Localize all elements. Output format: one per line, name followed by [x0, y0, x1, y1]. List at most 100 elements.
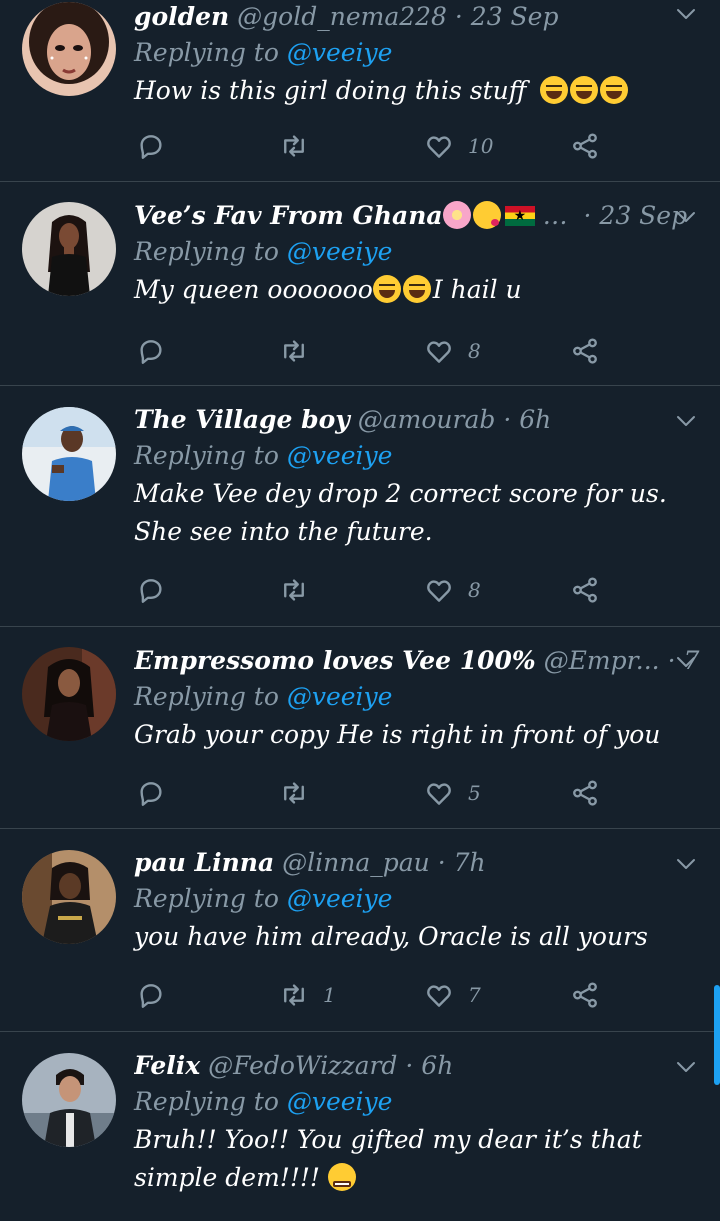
retweet-button[interactable]: 1 — [279, 978, 336, 1012]
chevron-down-icon[interactable] — [674, 852, 698, 876]
timestamp[interactable]: · 23 Sep — [455, 2, 559, 31]
user-handle[interactable]: @FedoWizzard — [208, 1051, 397, 1080]
tweet[interactable]: Empressomo loves Vee 100% @Empr... · 7h … — [0, 627, 720, 829]
user-handle[interactable]: @Empr... — [544, 646, 660, 675]
tweet[interactable]: golden @gold_nema228 · 23 Sep Replying t… — [0, 0, 720, 182]
like-count: 8 — [468, 578, 481, 602]
replying-to-label: Replying to — [134, 38, 279, 67]
reply-button[interactable] — [136, 573, 166, 607]
like-icon — [424, 131, 454, 161]
tweet-header: Vee’s Fav From Ghana … · 23 Sep — [134, 199, 700, 233]
display-name[interactable]: golden — [134, 2, 229, 31]
display-name[interactable]: Vee’s Fav From Ghana — [134, 201, 443, 230]
tears-of-joy-emoji — [540, 76, 569, 104]
avatar[interactable] — [22, 202, 116, 296]
tweet-header: Felix @FedoWizzard · 6h — [134, 1049, 700, 1083]
tweet[interactable]: pau Linna @linna_pau · 7h Replying to @v… — [0, 829, 720, 1032]
share-button[interactable] — [570, 334, 600, 368]
share-icon — [570, 131, 600, 161]
tweet[interactable]: Vee’s Fav From Ghana … · 23 Sep Replying… — [0, 182, 720, 386]
replying-to-handle[interactable]: @veeiye — [287, 682, 393, 711]
share-button[interactable] — [570, 573, 600, 607]
tears-of-joy-emoji — [570, 76, 599, 104]
tweet-text-line: Make Vee dey drop 2 correct score for us… — [134, 479, 667, 508]
user-handle[interactable]: @gold_nema228 — [237, 2, 447, 31]
share-button[interactable] — [570, 776, 600, 810]
display-name[interactable]: Felix — [134, 1051, 200, 1080]
retweet-button[interactable] — [279, 334, 323, 368]
avatar[interactable] — [22, 647, 116, 741]
retweet-count: 1 — [323, 983, 336, 1007]
timestamp[interactable]: · 23 Sep — [584, 201, 688, 230]
avatar[interactable] — [22, 407, 116, 501]
replying-to-handle[interactable]: @veeiye — [287, 884, 393, 913]
user-handle[interactable]: … — [543, 201, 568, 230]
replying-to-handle[interactable]: @veeiye — [287, 38, 393, 67]
replying-to-label: Replying to — [134, 884, 279, 913]
display-name[interactable]: pau Linna — [134, 848, 274, 877]
replying-to-handle[interactable]: @veeiye — [287, 237, 393, 266]
share-icon — [570, 575, 600, 605]
replying-to-label: Replying to — [134, 441, 279, 470]
reply-button[interactable] — [136, 776, 166, 810]
tears-of-joy-emoji — [600, 76, 629, 104]
replying-to-handle[interactable]: @veeiye — [287, 441, 393, 470]
like-count: 10 — [468, 134, 494, 158]
like-button[interactable]: 8 — [424, 334, 481, 368]
timestamp[interactable]: · 7h — [438, 848, 486, 877]
tweet[interactable]: The Village boy @amourab · 6h Replying t… — [0, 386, 720, 627]
kiss-emoji — [472, 201, 501, 229]
avatar[interactable] — [22, 1053, 116, 1147]
reply-icon — [136, 131, 166, 161]
tweet-actions: 8 — [134, 334, 614, 368]
replying-to: Replying to @veeiye — [134, 678, 700, 716]
chevron-down-icon[interactable] — [674, 205, 698, 229]
avatar[interactable] — [22, 850, 116, 944]
tweet-actions: 8 — [134, 573, 614, 607]
display-name[interactable]: The Village boy — [134, 405, 350, 434]
like-button[interactable]: 8 — [424, 573, 481, 607]
like-icon — [424, 336, 454, 366]
retweet-button[interactable] — [279, 776, 323, 810]
replying-to: Replying to @veeiye — [134, 34, 700, 72]
share-button[interactable] — [570, 129, 600, 163]
like-count: 8 — [468, 339, 481, 363]
tweet-header: The Village boy @amourab · 6h — [134, 403, 700, 437]
like-button[interactable]: 10 — [424, 129, 493, 163]
reply-icon — [136, 336, 166, 366]
tweet-text-line: you have him already, Oracle is all your… — [134, 922, 648, 951]
tweet-text-line: My queen ooooooo — [134, 275, 373, 304]
retweet-button[interactable] — [279, 129, 323, 163]
tweet-actions: 10 — [134, 129, 614, 163]
flower-emoji — [442, 201, 471, 229]
like-button[interactable]: 5 — [424, 776, 481, 810]
reply-icon — [136, 980, 166, 1010]
avatar[interactable] — [22, 2, 116, 96]
like-icon — [424, 575, 454, 605]
tweet[interactable]: Felix @FedoWizzard · 6h Replying to @vee… — [0, 1032, 720, 1221]
tweet-text: My queen ooooooo I hail u — [134, 271, 700, 309]
scrollbar[interactable] — [714, 985, 720, 1085]
share-icon — [570, 778, 600, 808]
tweet-header: pau Linna @linna_pau · 7h — [134, 846, 700, 880]
timestamp[interactable]: · 6h — [503, 405, 551, 434]
retweet-button[interactable] — [279, 573, 323, 607]
replying-to-handle[interactable]: @veeiye — [287, 1087, 393, 1116]
chevron-down-icon[interactable] — [674, 409, 698, 433]
user-handle[interactable]: @amourab — [358, 405, 496, 434]
reply-button[interactable] — [136, 129, 166, 163]
like-button[interactable]: 7 — [424, 978, 481, 1012]
retweet-icon — [279, 131, 309, 161]
user-handle[interactable]: @linna_pau — [282, 848, 430, 877]
timestamp[interactable]: · 6h — [405, 1051, 453, 1080]
share-button[interactable] — [570, 978, 600, 1012]
reply-button[interactable] — [136, 334, 166, 368]
tweet-header: golden @gold_nema228 · 23 Sep — [134, 0, 700, 34]
chevron-down-icon[interactable] — [674, 1055, 698, 1079]
like-count: 5 — [468, 781, 481, 805]
chevron-down-icon[interactable] — [674, 2, 698, 26]
display-name[interactable]: Empressomo loves Vee 100% — [134, 646, 536, 675]
replying-to: Replying to @veeiye — [134, 233, 700, 271]
chevron-down-icon[interactable] — [674, 650, 698, 674]
reply-button[interactable] — [136, 978, 166, 1012]
